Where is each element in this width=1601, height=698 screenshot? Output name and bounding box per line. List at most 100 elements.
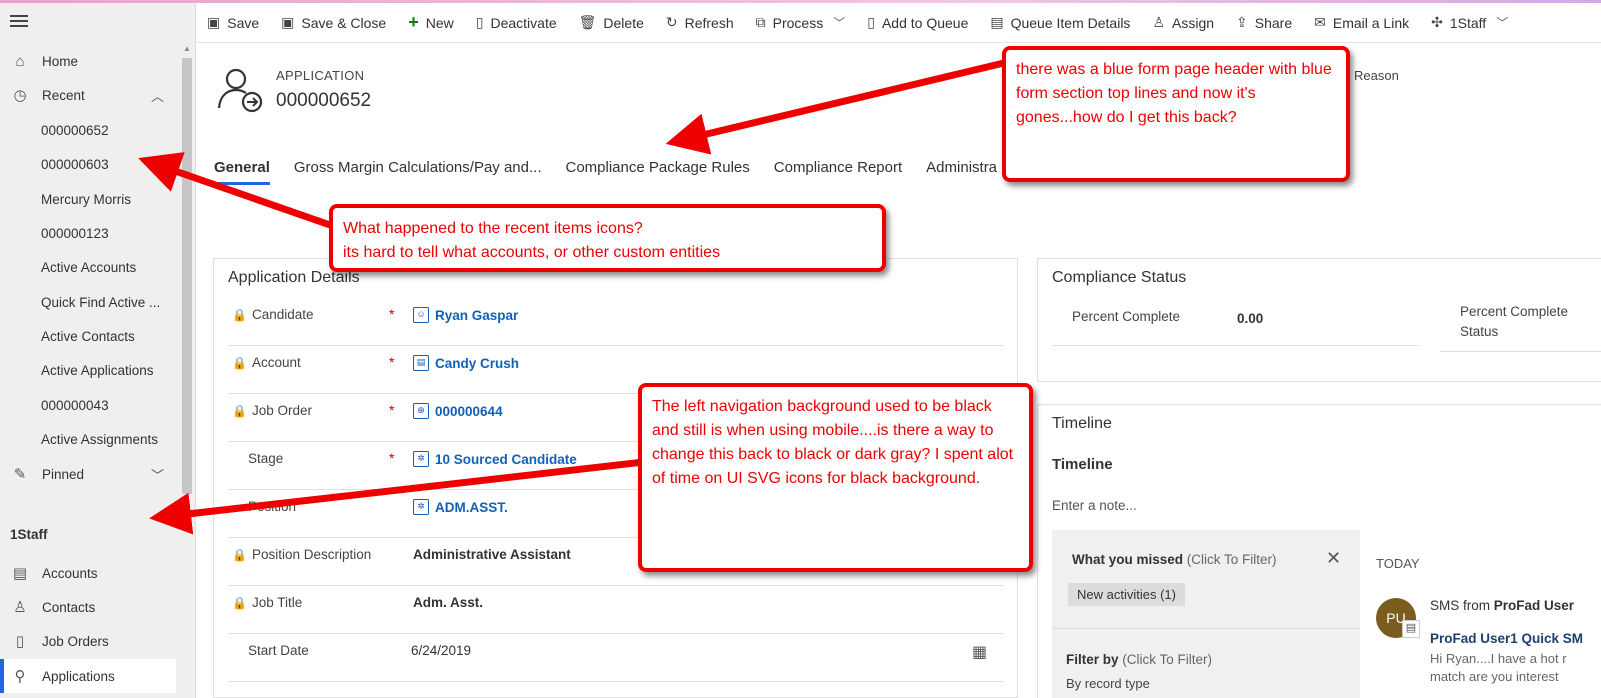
annotation-recent-items-note: What happened to the recent items icons?…	[329, 204, 886, 272]
sidebar-item-home[interactable]: ⌂ Home	[0, 44, 176, 78]
email-icon: ✉	[1314, 14, 1326, 30]
building-icon: ▤	[12, 565, 28, 582]
annotation-navigation-note: The left navigation background used to b…	[638, 383, 1033, 572]
tab-compliance-package-rules[interactable]: Compliance Package Rules	[566, 157, 750, 187]
save-close-button[interactable]: ▣ Save & Close	[270, 3, 397, 43]
required-indicator: *	[389, 354, 395, 370]
tab-general[interactable]: General	[214, 157, 270, 187]
account-lookup-link[interactable]: ▤ Candy Crush	[413, 355, 519, 371]
pin-icon: ✎	[13, 466, 27, 483]
puzzle-icon: ✣	[1431, 14, 1443, 30]
sidebar-item-job-orders[interactable]: ▯ Job Orders	[0, 624, 176, 658]
filter-by-heading[interactable]: Filter by (Click To Filter)	[1066, 652, 1212, 667]
activity-preview-line: match are you interest	[1430, 669, 1559, 684]
process-icon: ⧉	[755, 14, 766, 30]
position-lookup-link[interactable]: ✲ ADM.ASST.	[413, 499, 508, 515]
recent-item[interactable]: Quick Find Active ...	[0, 285, 176, 319]
chevron-down-icon: ﹀	[1496, 16, 1509, 30]
trash-icon: 🗑	[578, 14, 597, 30]
tab-compliance-report[interactable]: Compliance Report	[774, 157, 902, 187]
recent-item[interactable]: 000000652	[0, 113, 176, 147]
plus-icon: +	[408, 12, 419, 32]
recent-item[interactable]: Active Assignments	[0, 422, 176, 456]
save-close-icon: ▣	[281, 14, 295, 30]
divider	[1052, 345, 1419, 346]
assign-icon: ♙	[1152, 14, 1165, 30]
email-link-button[interactable]: ✉ Email a Link	[1303, 3, 1420, 43]
sidebar-item-accounts[interactable]: ▤ Accounts	[0, 556, 176, 590]
required-indicator: *	[389, 306, 395, 322]
percent-complete-label: Percent Complete	[1072, 309, 1181, 324]
percent-complete-status-label-2: Status	[1460, 324, 1499, 339]
field-row-candidate: 🔒 Candidate * ☺ Ryan Gaspar	[228, 298, 1004, 346]
start-date-input[interactable]: 6/24/2019	[411, 643, 471, 658]
lock-icon: 🔒	[232, 595, 247, 610]
tab-gross-margin[interactable]: Gross Margin Calculations/Pay and...	[294, 157, 542, 187]
percent-complete-value: 0.00	[1237, 311, 1264, 326]
recent-item[interactable]: 000000603	[0, 147, 176, 181]
new-button[interactable]: + New	[397, 3, 465, 43]
chevron-up-icon[interactable]: ︿	[151, 86, 164, 105]
recent-item[interactable]: Active Contacts	[0, 319, 176, 353]
sidebar-item-pinned[interactable]: ✎ Pinned ﹀	[0, 457, 176, 491]
divider	[1440, 351, 1601, 352]
share-button[interactable]: ⇪ Share	[1225, 3, 1303, 43]
lock-icon: 🔒	[232, 403, 247, 418]
page-title: 000000652	[276, 90, 372, 111]
command-bar: ▣ Save ▣ Save & Close + New ▯ Deactivate 🗑 De…	[196, 3, 1601, 43]
lock-icon: 🔒	[232, 355, 247, 370]
record-type-filter[interactable]: By record type	[1066, 676, 1150, 691]
person-link-icon: ⚲	[14, 668, 26, 685]
job-order-lookup-link[interactable]: ⊕ 000000644	[413, 403, 503, 419]
hamburger-menu-icon[interactable]	[10, 15, 28, 29]
activity-preview-line: Hi Ryan....I have a hot r	[1430, 651, 1567, 666]
refresh-button[interactable]: ↻ Refresh	[655, 3, 745, 43]
add-to-queue-button[interactable]: ▯ Add to Queue	[856, 3, 979, 43]
entity-type-label: APPLICATION	[276, 68, 365, 83]
lock-icon: 🔒	[232, 307, 247, 322]
new-activities-chip[interactable]: New activities (1)	[1068, 583, 1185, 606]
close-icon[interactable]: ✕	[1326, 548, 1341, 569]
delete-button[interactable]: 🗑 Delete	[568, 3, 655, 43]
home-icon: ⌂	[15, 52, 25, 70]
tab-administration[interactable]: Administra	[926, 157, 997, 187]
recent-item[interactable]: 000000123	[0, 216, 176, 250]
scrollbar-thumb[interactable]	[182, 58, 192, 494]
what-you-missed-heading[interactable]: What you missed (Click To Filter)	[1072, 552, 1277, 567]
sidebar-scrollbar[interactable]: ▲	[178, 44, 192, 684]
stage-lookup-link[interactable]: ✲ 10 Sourced Candidate	[413, 451, 577, 467]
scroll-up-arrow-icon[interactable]: ▲	[183, 44, 191, 53]
form-tabs: General Gross Margin Calculations/Pay an…	[214, 157, 1021, 187]
sms-icon: ▤	[1402, 620, 1420, 638]
recent-item[interactable]: Active Accounts	[0, 250, 176, 284]
chevron-down-icon[interactable]: ﹀	[151, 465, 164, 484]
person-icon: ♙	[13, 599, 27, 616]
sidebar-item-contacts[interactable]: ♙ Contacts	[0, 590, 176, 624]
save-button[interactable]: ▣ Save	[196, 3, 270, 43]
status-reason-label: Reason	[1354, 68, 1399, 83]
share-icon: ⇪	[1236, 14, 1248, 30]
sidebar-item-applications[interactable]: ⚲ Applications	[0, 659, 176, 693]
sidebar-group-title: 1Staff	[10, 527, 48, 542]
assign-button[interactable]: ♙ Assign	[1141, 3, 1225, 43]
deactivate-icon: ▯	[475, 14, 484, 30]
queue-item-details-button[interactable]: ▤ Queue Item Details	[979, 3, 1141, 43]
calendar-icon[interactable]: ▦	[972, 642, 987, 662]
document-icon: ▯	[15, 633, 25, 650]
recent-item[interactable]: Mercury Morris	[0, 182, 176, 216]
process-button[interactable]: ⧉ Process ﹀	[745, 3, 857, 43]
candidate-lookup-link[interactable]: ☺ Ryan Gaspar	[413, 307, 518, 323]
activity-title-link[interactable]: ProFad User1 Quick SM	[1430, 631, 1583, 646]
activity-heading: SMS from ProFad User	[1430, 598, 1575, 613]
required-indicator: *	[389, 402, 395, 418]
deactivate-button[interactable]: ▯ Deactivate	[465, 3, 568, 43]
recent-item[interactable]: Active Applications	[0, 353, 176, 387]
recent-item[interactable]: 000000043	[0, 388, 176, 422]
note-input[interactable]: Enter a note...	[1052, 498, 1137, 513]
annotation-header-note: there was a blue form page header with b…	[1002, 46, 1350, 182]
staff-menu-button[interactable]: ✣ 1Staff ﹀	[1420, 3, 1519, 43]
clock-icon: ◷	[13, 87, 27, 104]
sidebar-item-recent[interactable]: ◷ Recent ︿	[0, 78, 176, 112]
field-row-start-date: Start Date 6/24/2019 ▦	[228, 634, 1004, 682]
account-icon: ▤	[413, 355, 429, 371]
